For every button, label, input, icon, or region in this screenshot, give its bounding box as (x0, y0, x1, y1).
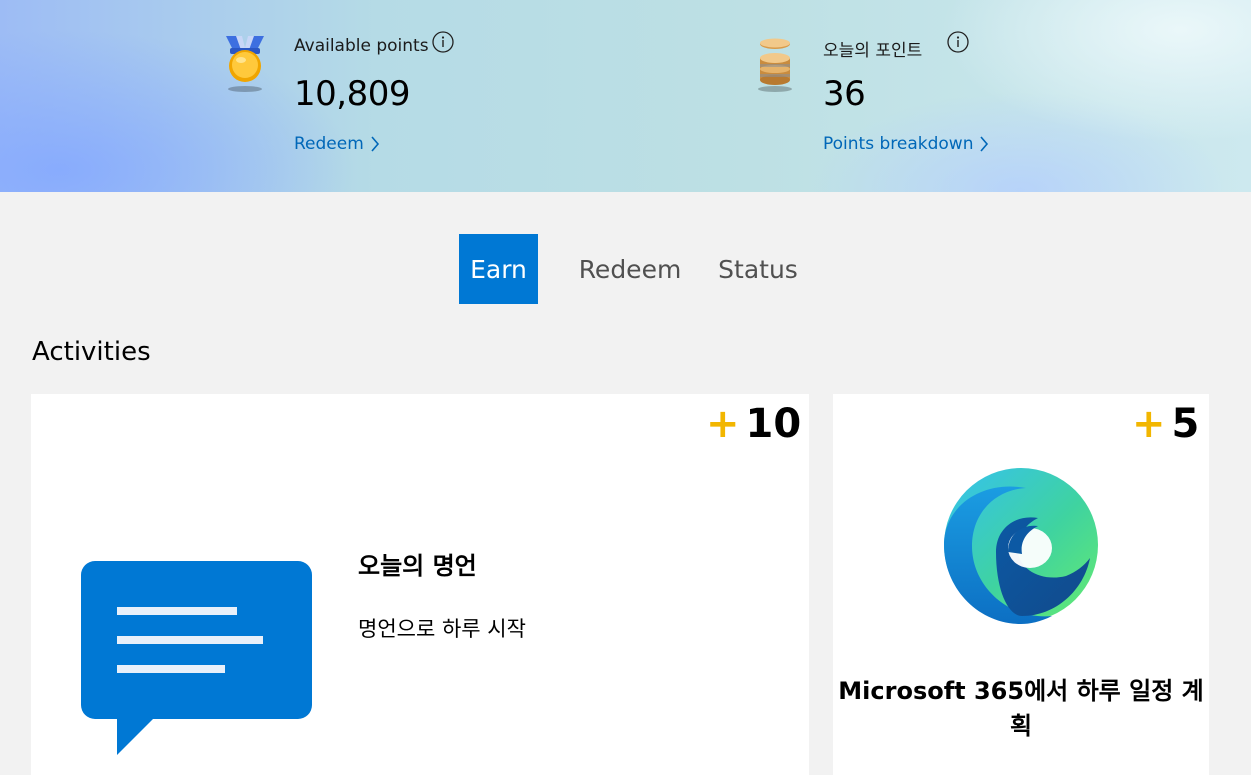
chevron-right-icon (980, 136, 989, 152)
available-points-value: 10,809 (294, 74, 410, 114)
todays-points-label: 오늘의 포인트 (823, 41, 923, 61)
redeem-link[interactable]: Redeem (294, 134, 380, 154)
activity-title: Microsoft 365에서 하루 일정 계획 (838, 677, 1204, 740)
points-plus: + (1132, 401, 1166, 447)
tab-bar: Earn Redeem Status (0, 234, 1251, 304)
todays-points-value: 36 (823, 74, 866, 114)
points-value: 10 (745, 401, 802, 447)
redeem-link-label: Redeem (294, 134, 364, 154)
points-plus: + (706, 401, 740, 447)
medal-icon (220, 34, 270, 94)
points-summary-banner (0, 0, 1251, 192)
info-icon[interactable] (431, 30, 455, 58)
points-badge: + 5 (1132, 404, 1199, 444)
chevron-right-icon (371, 136, 379, 152)
tab-redeem[interactable]: Redeem (572, 234, 688, 304)
tab-earn[interactable]: Earn (459, 234, 538, 304)
available-points-label: Available points (294, 36, 429, 56)
points-badge: + 10 (706, 404, 801, 444)
points-value: 5 (1171, 401, 1200, 447)
coin-stack-icon (754, 36, 796, 94)
info-icon[interactable] (946, 30, 970, 58)
activity-title: 오늘의 명언 (358, 552, 477, 580)
points-breakdown-link[interactable]: Points breakdown (823, 134, 989, 154)
tab-status[interactable]: Status (713, 234, 803, 304)
edge-logo-icon (942, 466, 1100, 624)
section-title: Activities (32, 337, 151, 367)
points-breakdown-link-label: Points breakdown (823, 134, 974, 154)
chat-message-icon (81, 561, 312, 756)
activity-description: 명언으로 하루 시작 (358, 617, 526, 641)
